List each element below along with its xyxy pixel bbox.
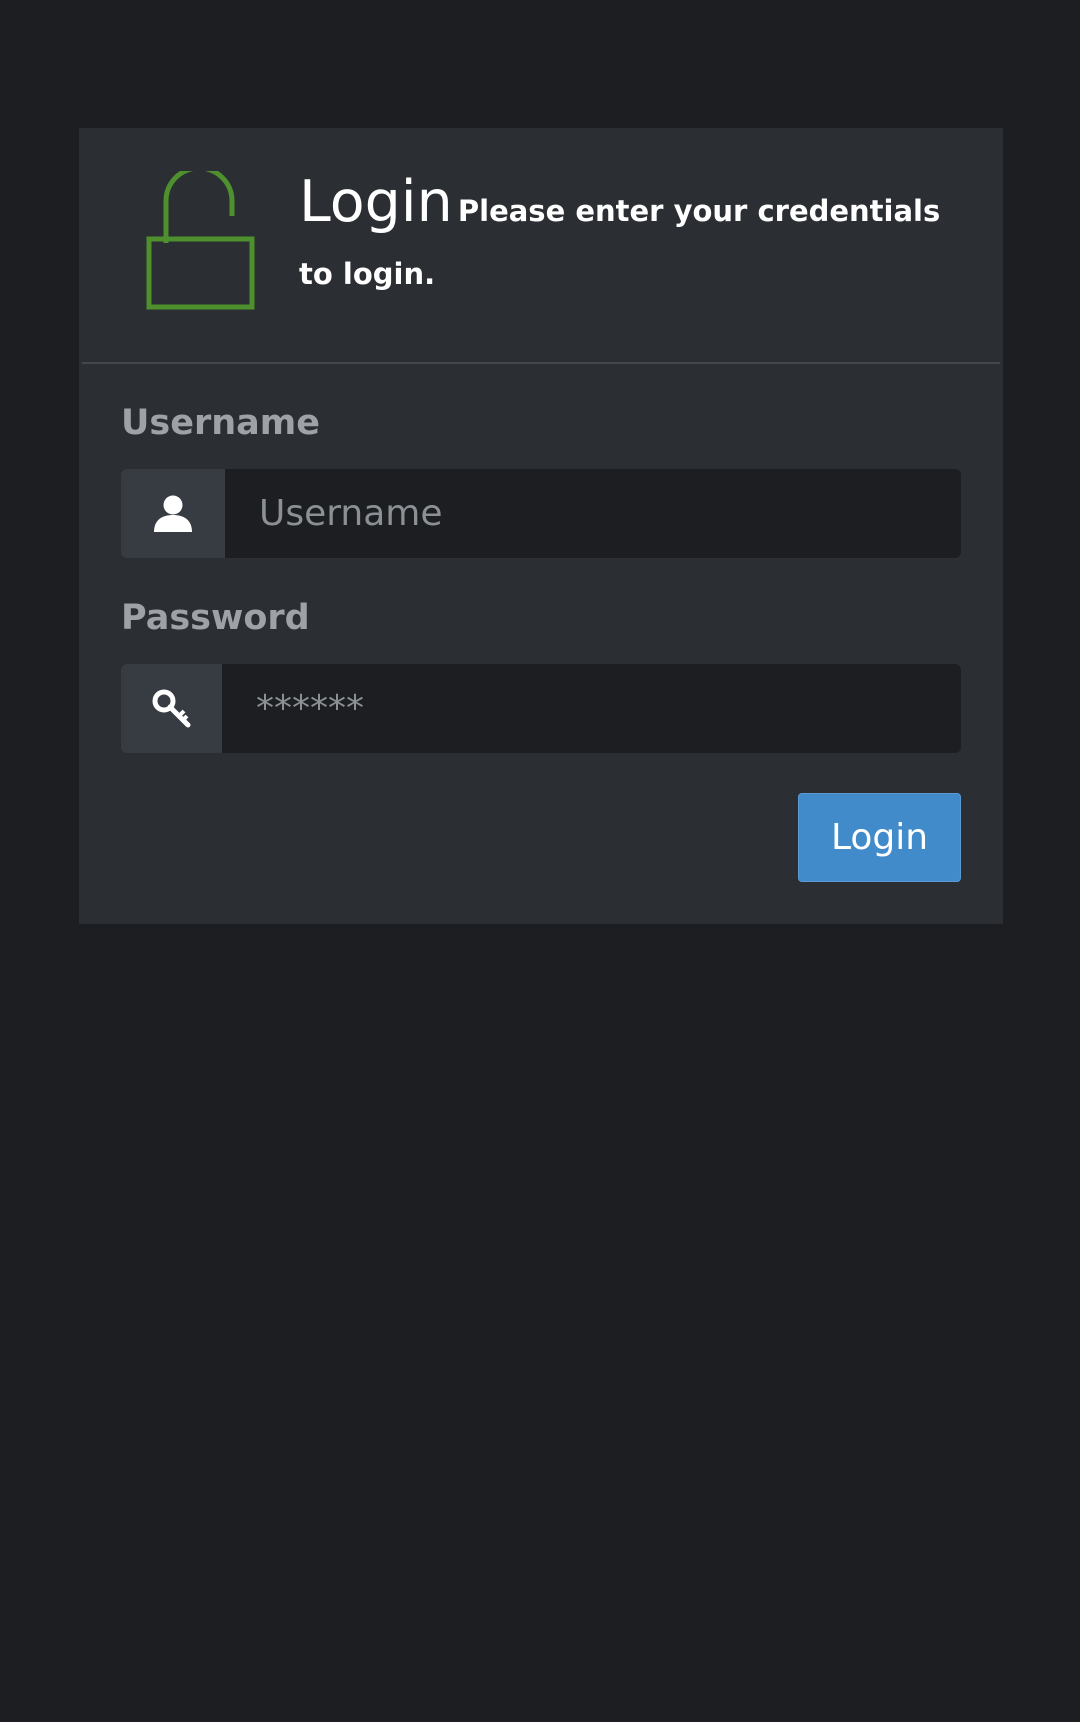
login-panel: Login Please enter your credentials to l…	[79, 128, 1003, 924]
page-title: Login	[299, 169, 453, 235]
password-input[interactable]	[222, 664, 961, 753]
password-label: Password	[121, 598, 310, 638]
user-icon	[121, 469, 225, 558]
login-button[interactable]: Login	[798, 793, 961, 882]
username-input[interactable]	[225, 469, 961, 558]
password-input-group	[121, 664, 961, 753]
username-label: Username	[121, 403, 320, 443]
header-divider	[82, 362, 1000, 364]
key-icon	[121, 664, 222, 753]
username-input-group	[121, 469, 961, 558]
panel-header: Login Please enter your credentials to l…	[79, 128, 1003, 362]
unlock-icon	[146, 171, 255, 310]
page-heading: Login Please enter your credentials to l…	[299, 173, 969, 308]
